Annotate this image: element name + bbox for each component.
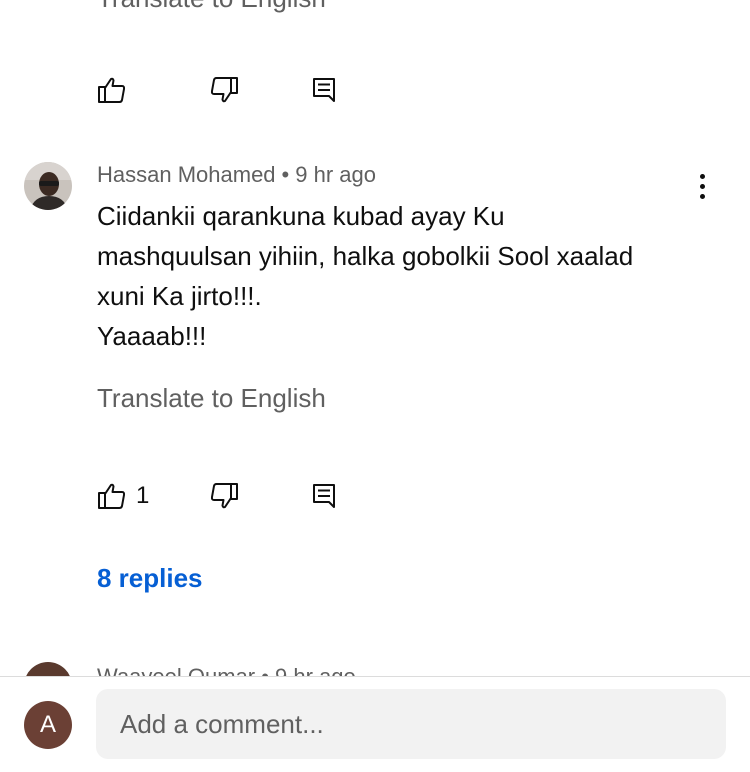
author-avatar[interactable] <box>24 162 72 210</box>
next-comment-meta: Waayeel Oumar • 9 hr ago <box>97 664 356 676</box>
reply-button[interactable] <box>306 478 342 514</box>
comment-meta: Hassan Mohamed • 9 hr ago <box>97 162 376 188</box>
next-comment-peek: Waayeel Oumar • 9 hr ago <box>0 662 750 676</box>
comment-time: 9 hr ago <box>295 162 376 187</box>
comment-body: Ciidankii qarankuna kubad ayay Ku mashqu… <box>97 196 707 356</box>
previous-like-button[interactable] <box>94 72 130 108</box>
add-comment-input[interactable] <box>96 689 726 759</box>
like-count: 1 <box>136 482 150 509</box>
view-replies-link[interactable]: 8 replies <box>97 563 203 594</box>
comment-line: Yaaaab!!! <box>97 321 207 351</box>
comment-line: mashquulsan yihiin, halka gobolkii Sool … <box>97 241 634 271</box>
previous-reply-button[interactable] <box>306 72 342 108</box>
reply-icon <box>313 78 335 102</box>
dislike-icon <box>210 483 238 509</box>
dislike-icon <box>210 77 238 103</box>
comment-line: Ciidankii qarankuna kubad ayay Ku <box>97 201 505 231</box>
like-icon <box>98 77 126 103</box>
like-button[interactable] <box>94 478 130 514</box>
reply-icon <box>313 484 335 508</box>
meta-separator: • <box>281 162 290 187</box>
author-name[interactable]: Hassan Mohamed <box>97 162 276 187</box>
previous-translate-link[interactable]: Translate to English <box>97 0 326 14</box>
user-avatar[interactable]: A <box>24 701 72 749</box>
more-vert-icon <box>700 174 705 179</box>
like-icon <box>98 483 126 509</box>
next-author-avatar[interactable] <box>24 662 72 676</box>
dislike-button[interactable] <box>206 478 242 514</box>
comment-line: xuni Ka jirto!!!. <box>97 281 262 311</box>
previous-dislike-button[interactable] <box>206 72 242 108</box>
translate-link[interactable]: Translate to English <box>97 383 326 414</box>
